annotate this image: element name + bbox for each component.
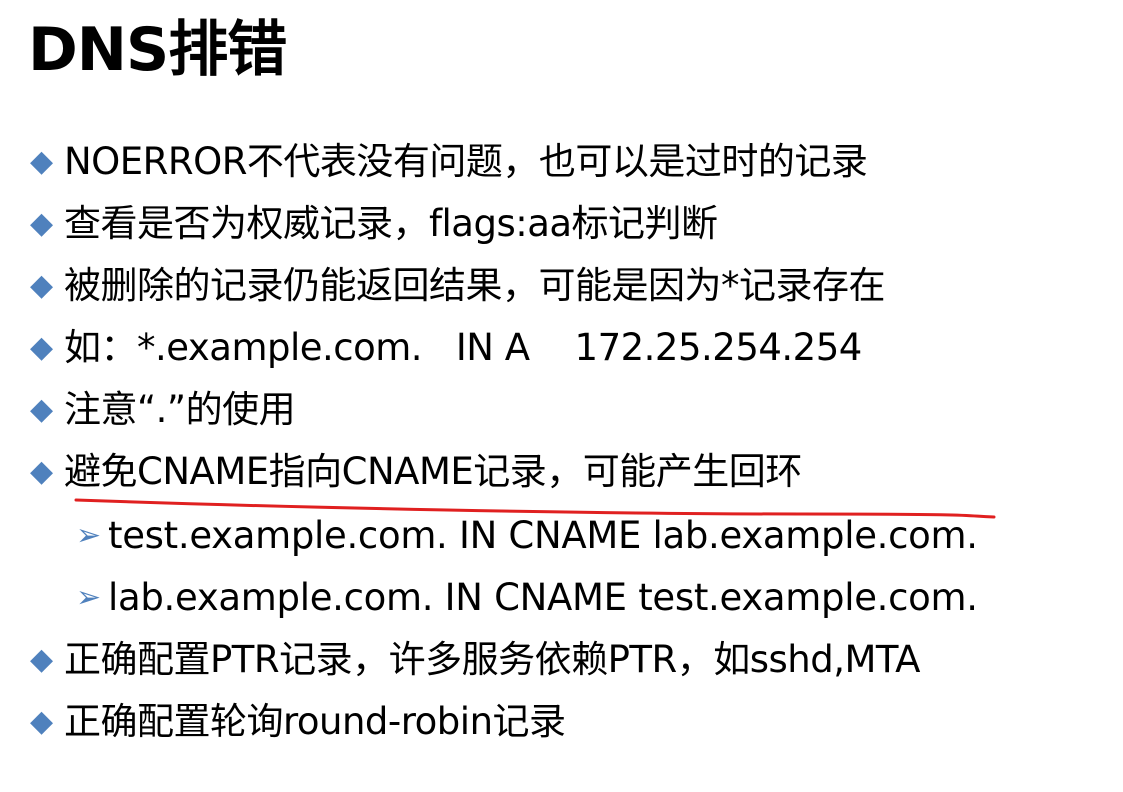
red-underline-annotation xyxy=(74,498,996,519)
underline-stroke xyxy=(74,498,996,519)
